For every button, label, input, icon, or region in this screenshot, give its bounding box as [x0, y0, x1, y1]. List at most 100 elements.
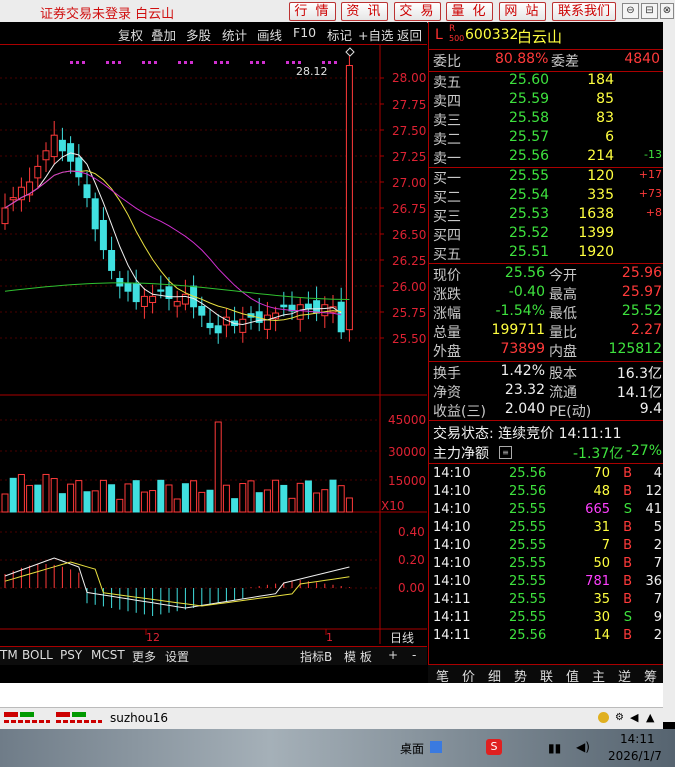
volume-bar [42, 473, 50, 513]
volume-bar [280, 484, 288, 513]
tick-count: 2 [653, 628, 662, 643]
tick-time: 14:10 [433, 484, 471, 499]
indicator-tab-tm[interactable]: TM [0, 648, 18, 662]
status-tools-icon[interactable]: ⚙ [615, 712, 624, 723]
stock-badge-top: R [449, 24, 456, 34]
fund-value-2: 16.3亿 [616, 366, 662, 382]
bid-row: 买五 25.51 1920 [429, 244, 664, 263]
tick-count: 7 [653, 592, 662, 607]
tool-mark[interactable]: 标记 [327, 25, 352, 44]
indicator-tab-more[interactable]: 更多 [132, 648, 156, 665]
bid-label: 买五 [433, 247, 461, 263]
tab-market[interactable]: 行 情 [289, 2, 336, 21]
clock-time: 14:11 [620, 732, 655, 746]
candle-body [157, 289, 165, 292]
tool-f10[interactable]: F10 [293, 25, 316, 40]
volume-bar [288, 497, 296, 513]
tick-count: 41 [645, 502, 662, 517]
tick-count: 9 [653, 610, 662, 625]
volume-bar [124, 483, 132, 513]
candle-body [313, 300, 321, 314]
speaker-icon[interactable]: ◀ [630, 711, 638, 724]
zoom-in-button[interactable]: + [388, 648, 398, 662]
tab-trade[interactable]: 交 易 [394, 2, 441, 21]
tool-multi-stock[interactable]: 多股 [186, 25, 211, 44]
candle-body [206, 322, 214, 329]
ask-row: 卖一 25.56 214 -13 [429, 148, 664, 167]
tab-website[interactable]: 网 站 [499, 2, 546, 21]
maximize-button[interactable]: ⊟ [641, 3, 658, 19]
tick-side: B [623, 592, 632, 607]
bid-volume: 1399 [578, 225, 614, 241]
taskbar: 桌面 S ▮▮ ◀) 14:11 2026/1/7 [0, 729, 675, 767]
minimize-button[interactable]: ⊖ [622, 3, 639, 19]
tick-time: 14:10 [433, 502, 471, 517]
tick-row: 14:10 25.55 665 S 41 [429, 501, 664, 519]
tick-time: 14:11 [433, 592, 471, 607]
tick-time: 14:11 [433, 628, 471, 643]
ask-volume: 83 [596, 110, 614, 126]
volume-icon[interactable]: ◀) [576, 740, 590, 754]
candle-body [75, 157, 83, 178]
desktop-label[interactable]: 桌面 [400, 740, 424, 757]
tool-restore-rights[interactable]: 复权 [118, 25, 143, 44]
tab-quant[interactable]: 量 化 [446, 2, 493, 21]
volume-bar [99, 479, 107, 513]
stat-value-2: 25.97 [621, 284, 662, 300]
kline-chart[interactable]: 28.00 27.75 27.50 27.25 27.00 26.75 26.5… [0, 44, 427, 660]
tick-volume: 70 [593, 466, 610, 481]
volume-multiplier: X10 [381, 499, 405, 513]
main-flow-icon[interactable]: ≡ [499, 446, 512, 459]
status-coin-icon[interactable] [598, 712, 609, 723]
tab-news[interactable]: 资 讯 [341, 2, 388, 21]
ask-change: -13 [644, 148, 662, 161]
tick-volume: 30 [593, 610, 610, 625]
fund-label-2: PE(动) [549, 404, 592, 420]
volume-bar [190, 480, 198, 513]
stat-label: 总量 [433, 325, 461, 341]
tick-count: 36 [645, 574, 662, 589]
tick-side: B [623, 520, 632, 535]
bid-price: 25.55 [509, 168, 550, 184]
stat-label: 现价 [433, 268, 461, 284]
candle-body [181, 293, 189, 305]
indicator-tab-mcst[interactable]: MCST [91, 648, 125, 662]
network-icon[interactable]: ▮▮ [548, 741, 561, 755]
stat-row: 现价 25.56 今开 25.96 [429, 265, 664, 284]
indicator-tab-psy[interactable]: PSY [60, 648, 82, 662]
tool-draw-line[interactable]: 画线 [257, 25, 282, 44]
candle-body [50, 134, 58, 158]
indicator-b-button[interactable]: 指标B [300, 648, 332, 665]
indicator-tab-boll[interactable]: BOLL [22, 648, 53, 662]
volume-bar [132, 480, 140, 513]
indicator-tab-settings[interactable]: 设置 [165, 648, 189, 665]
volume-bar [116, 498, 124, 513]
volume-bar [247, 480, 255, 513]
main-flow-row: 主力净额 ≡ -1.37亿 -27% [433, 443, 662, 462]
input-method-icon[interactable]: S [486, 739, 502, 755]
tool-back[interactable]: 返回 [397, 25, 422, 44]
bid-label: 买四 [433, 228, 461, 244]
candle-body [124, 282, 132, 292]
tick-price: 25.56 [509, 628, 547, 643]
tool-statistics[interactable]: 统计 [222, 25, 247, 44]
bid-volume: 1638 [578, 206, 614, 222]
date-label-dec: 12 [146, 631, 160, 644]
volume-bar [214, 421, 222, 513]
volume-bar [50, 478, 58, 513]
ask-row: 卖四 25.59 85 [429, 91, 664, 110]
tool-overlay[interactable]: 叠加 [151, 25, 176, 44]
zoom-out-button[interactable]: - [412, 648, 416, 662]
menu-icon[interactable]: ▲ [646, 711, 654, 724]
template-button[interactable]: 模 板 [344, 648, 372, 665]
candle-body [116, 277, 124, 287]
volume-bar [321, 489, 329, 513]
close-button[interactable]: ⊗ [660, 3, 674, 19]
fund-value-2: 9.4 [639, 401, 662, 417]
tick-row: 14:11 25.56 14 B 2 [429, 627, 664, 645]
taskbar-app-icon[interactable] [430, 741, 442, 753]
tool-add-favorite[interactable]: +自选 [358, 25, 393, 44]
tick-volume: 50 [593, 556, 610, 571]
ask-label: 卖四 [433, 94, 461, 110]
tab-contact[interactable]: 联系我们 [552, 2, 616, 21]
